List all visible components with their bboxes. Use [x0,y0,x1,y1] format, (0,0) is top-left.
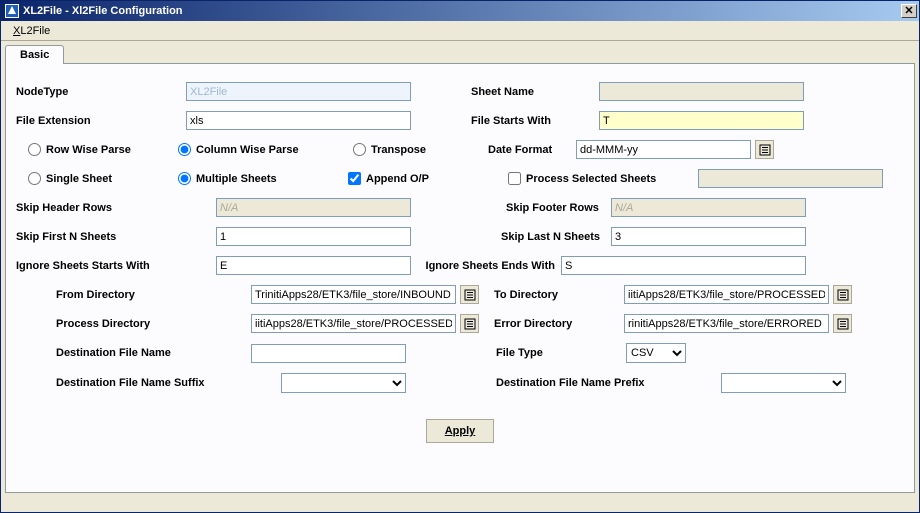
checkbox-append-op-input[interactable] [348,172,361,185]
label-col-wise: Column Wise Parse [196,144,299,156]
radio-single-sheet-input[interactable] [28,172,41,185]
checkbox-append-op[interactable]: Append O/P [348,172,508,185]
label-dest-file-name: Destination File Name [56,347,251,359]
menu-xl2file[interactable]: XL2File [7,23,56,39]
checkbox-process-selected-input[interactable] [508,172,521,185]
list-icon [464,318,476,330]
ignore-starts-field[interactable] [216,256,411,275]
label-ignore-starts: Ignore Sheets Starts With [16,260,216,272]
label-skip-footer: Skip Footer Rows [506,202,611,214]
radio-col-wise[interactable]: Column Wise Parse [178,143,353,156]
titlebar: XL2File - Xl2File Configuration ✕ [1,1,919,21]
skip-last-n-field[interactable] [611,227,806,246]
date-format-field[interactable] [576,140,751,159]
menu-xl2file-rest: L2File [20,25,50,37]
window-title: XL2File - Xl2File Configuration [23,5,183,17]
dest-file-name-field[interactable] [251,344,406,363]
list-icon [837,289,849,301]
file-type-select[interactable]: CSV [626,343,686,363]
label-multiple-sheets: Multiple Sheets [196,173,277,185]
label-ignore-ends: Ignore Sheets Ends With [411,260,561,272]
label-skip-first-n: Skip First N Sheets [16,231,216,243]
menubar: XL2File [1,21,919,41]
skip-header-field [216,198,411,217]
to-dir-field[interactable] [624,285,829,304]
label-skip-header: Skip Header Rows [16,202,216,214]
label-append-op: Append O/P [366,173,429,185]
label-dest-suffix: Destination File Name Suffix [56,377,281,389]
tab-basic[interactable]: Basic [5,45,64,64]
window-frame: XL2File - Xl2File Configuration ✕ XL2Fil… [0,0,920,513]
label-error-dir: Error Directory [494,318,624,330]
date-format-browse-button[interactable] [755,140,774,159]
tab-panel-basic: NodeType Sheet Name File Extension File … [5,63,915,493]
label-skip-last-n: Skip Last N Sheets [501,231,611,243]
file-extension-field[interactable] [186,111,411,130]
radio-transpose[interactable]: Transpose [353,143,488,156]
radio-multiple-sheets-input[interactable] [178,172,191,185]
label-single-sheet: Single Sheet [46,173,112,185]
label-nodetype: NodeType [16,86,186,98]
radio-single-sheet[interactable]: Single Sheet [28,172,178,185]
list-icon [464,289,476,301]
label-sheetname: Sheet Name [471,86,599,98]
label-row-wise: Row Wise Parse [46,144,131,156]
list-icon [837,318,849,330]
from-dir-field[interactable] [251,285,456,304]
skip-first-n-field[interactable] [216,227,411,246]
label-process-dir: Process Directory [56,318,251,330]
error-dir-field[interactable] [624,314,829,333]
radio-row-wise[interactable]: Row Wise Parse [28,143,178,156]
list-icon [759,144,771,156]
radio-col-wise-input[interactable] [178,143,191,156]
process-dir-field[interactable] [251,314,456,333]
close-button[interactable]: ✕ [901,4,917,18]
radio-multiple-sheets[interactable]: Multiple Sheets [178,172,348,185]
checkbox-process-selected[interactable]: Process Selected Sheets [508,172,698,185]
skip-footer-field [611,198,806,217]
to-dir-browse-button[interactable] [833,285,852,304]
label-transpose: Transpose [371,144,426,156]
label-file-starts-with: File Starts With [471,115,599,127]
dest-prefix-select[interactable] [721,373,846,393]
process-dir-browse-button[interactable] [460,314,479,333]
radio-row-wise-input[interactable] [28,143,41,156]
label-dest-prefix: Destination File Name Prefix [496,377,721,389]
sheetname-field [599,82,804,101]
label-file-type: File Type [496,347,626,359]
label-file-extension: File Extension [16,115,186,127]
from-dir-browse-button[interactable] [460,285,479,304]
label-to-dir: To Directory [494,289,624,301]
file-starts-with-field[interactable] [599,111,804,130]
client-area: Basic NodeType Sheet Name File Extension… [1,41,919,512]
nodetype-field [186,82,411,101]
error-dir-browse-button[interactable] [833,314,852,333]
dest-suffix-select[interactable] [281,373,406,393]
app-icon [5,4,19,18]
ignore-ends-field[interactable] [561,256,806,275]
apply-button[interactable]: Apply [426,419,495,443]
label-date-format: Date Format [488,144,576,156]
label-from-dir: From Directory [56,289,251,301]
process-selected-field [698,169,883,188]
radio-transpose-input[interactable] [353,143,366,156]
label-process-selected: Process Selected Sheets [526,173,656,185]
close-icon: ✕ [904,6,913,17]
